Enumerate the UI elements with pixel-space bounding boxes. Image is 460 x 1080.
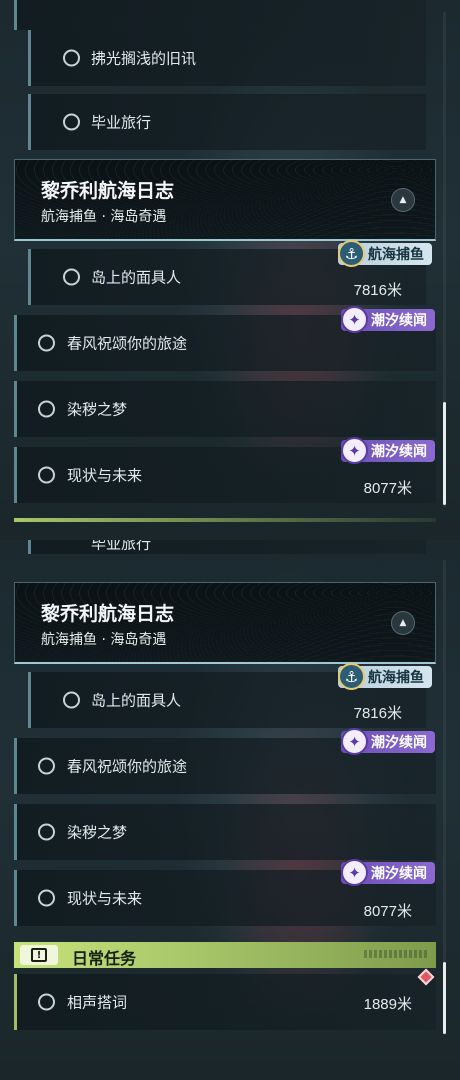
quest-item[interactable]: 染秽之梦 bbox=[14, 804, 436, 860]
quest-distance: 7816米 bbox=[353, 282, 402, 299]
chapter-title: 黎乔利航海日志 bbox=[41, 603, 175, 625]
quest-radio-icon bbox=[63, 691, 80, 709]
quest-name: 现状与未来 bbox=[67, 889, 143, 908]
badge-label: 潮汐续闻 bbox=[371, 444, 427, 460]
quest-name: 染秽之梦 bbox=[67, 823, 128, 842]
badge-label: 潮汐续闻 bbox=[371, 735, 427, 751]
badge-fishing: ⚓ 航海捕鱼 bbox=[338, 240, 432, 267]
quest-name: 春风祝颂你的旅途 bbox=[67, 757, 188, 776]
quest-distance: 7816米 bbox=[353, 705, 402, 722]
quest-radio-icon bbox=[38, 334, 55, 352]
badge-tide: ✦ 潮汐续闻 bbox=[341, 728, 435, 755]
quest-item[interactable] bbox=[14, 0, 426, 30]
badge-label: 潮汐续闻 bbox=[371, 866, 427, 882]
quest-name: 春风祝颂你的旅途 bbox=[67, 334, 188, 353]
quest-distance: 1889米 bbox=[363, 996, 412, 1013]
wave-icon: ✦ bbox=[341, 306, 368, 333]
quest-item[interactable]: 拂光搁浅的旧讯 bbox=[28, 30, 426, 86]
quest-name: 毕业旅行 bbox=[91, 540, 152, 553]
chapter-subtitle: 航海捕鱼 · 海岛奇遇 bbox=[41, 632, 167, 648]
anchor-icon: ⚓ bbox=[338, 663, 365, 690]
quest-distance: 8077米 bbox=[363, 480, 412, 497]
quest-name: 现状与未来 bbox=[67, 466, 143, 485]
daily-section-title: 日常任务 bbox=[72, 949, 137, 968]
quest-radio-icon bbox=[38, 466, 55, 484]
decorative-text bbox=[364, 950, 428, 958]
scrollbar-thumb[interactable] bbox=[443, 402, 446, 505]
chapter-header[interactable]: 黎乔利航海日志 航海捕鱼 · 海岛奇遇 ▲ bbox=[14, 159, 436, 241]
badge-tide: ✦ 潮汐续闻 bbox=[341, 437, 435, 464]
quest-radio-icon bbox=[63, 268, 80, 286]
wave-icon: ✦ bbox=[341, 859, 368, 886]
quest-radio-icon bbox=[38, 757, 55, 775]
wave-icon: ✦ bbox=[341, 437, 368, 464]
quest-name: 相声搭词 bbox=[67, 993, 128, 1012]
badge-tide: ✦ 潮汐续闻 bbox=[341, 859, 435, 886]
quest-name: 毕业旅行 bbox=[91, 113, 152, 132]
section-divider bbox=[14, 518, 436, 522]
quest-name: 染秽之梦 bbox=[67, 400, 128, 419]
badge-fishing: ⚓ 航海捕鱼 bbox=[338, 663, 432, 690]
badge-label: 潮汐续闻 bbox=[371, 313, 427, 329]
quest-name: 拂光搁浅的旧讯 bbox=[91, 49, 197, 68]
wave-icon: ✦ bbox=[341, 728, 368, 755]
quest-radio-icon bbox=[63, 49, 80, 67]
scrollbar-thumb[interactable] bbox=[443, 962, 446, 1034]
chevron-up-icon[interactable]: ▲ bbox=[391, 611, 415, 635]
quest-radio-icon bbox=[38, 823, 55, 841]
quest-item[interactable]: 染秽之梦 bbox=[14, 381, 436, 437]
quest-item-daily[interactable]: 相声搭词 1889米 bbox=[14, 974, 436, 1030]
quest-radio-icon bbox=[63, 113, 80, 131]
quest-name: 岛上的面具人 bbox=[91, 691, 182, 710]
badge-label: 航海捕鱼 bbox=[368, 247, 424, 263]
quest-distance: 8077米 bbox=[363, 903, 412, 920]
quest-radio-icon bbox=[38, 993, 55, 1011]
badge-tide: ✦ 潮汐续闻 bbox=[341, 306, 435, 333]
daily-section-header[interactable]: ! 日常任务 bbox=[14, 942, 436, 968]
quest-name: 岛上的面具人 bbox=[91, 268, 182, 287]
badge-label: 航海捕鱼 bbox=[368, 670, 424, 686]
chapter-header[interactable]: 黎乔利航海日志 航海捕鱼 · 海岛奇遇 ▲ bbox=[14, 582, 436, 664]
chapter-title: 黎乔利航海日志 bbox=[41, 180, 175, 202]
quest-list-view-top: 拂光搁浅的旧讯 毕业旅行 黎乔利航海日志 航海捕鱼 · 海岛奇遇 ▲ 岛上的面具… bbox=[0, 0, 460, 540]
quest-item[interactable]: 毕业旅行 bbox=[28, 94, 426, 150]
chapter-subtitle: 航海捕鱼 · 海岛奇遇 bbox=[41, 209, 167, 225]
quest-radio-icon bbox=[38, 400, 55, 418]
exclamation-icon: ! bbox=[20, 945, 58, 965]
chevron-up-icon[interactable]: ▲ bbox=[391, 188, 415, 212]
anchor-icon: ⚓ bbox=[338, 240, 365, 267]
quest-list-view-bottom: 毕业旅行 黎乔利航海日志 航海捕鱼 · 海岛奇遇 ▲ 岛上的面具人 7816米 … bbox=[0, 540, 460, 1080]
quest-radio-icon bbox=[38, 889, 55, 907]
quest-item[interactable]: 毕业旅行 bbox=[28, 540, 426, 554]
